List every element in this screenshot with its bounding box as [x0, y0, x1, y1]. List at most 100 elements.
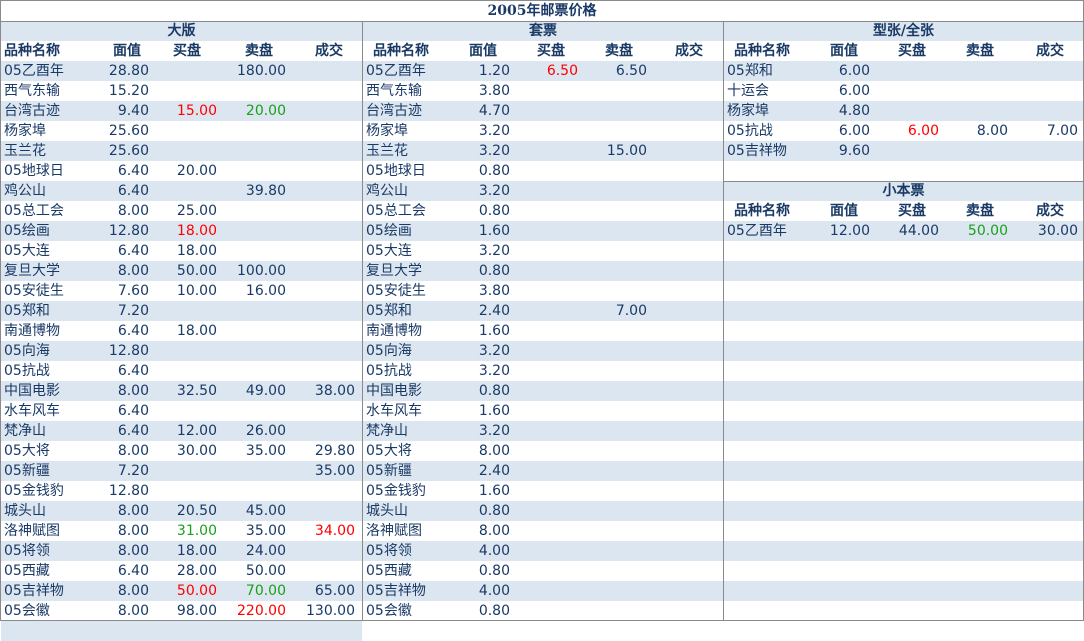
- cell-face: 1.20: [478, 63, 510, 79]
- cell-name: 西气东输: [366, 83, 422, 99]
- cell-face: 3.20: [478, 363, 510, 379]
- cell-name: 城头山: [366, 503, 408, 519]
- table-row: [724, 341, 1083, 361]
- cell-buy: [513, 301, 578, 321]
- table-row: [724, 561, 1083, 581]
- cell-buy: 18.00: [176, 543, 217, 559]
- cell-sell: 180.00: [237, 63, 286, 79]
- cell-name: 05新疆: [4, 463, 50, 479]
- cell-deal: 35.00: [314, 463, 355, 479]
- cell-face: 6.00: [838, 63, 870, 79]
- cell-face: 3.20: [478, 423, 510, 439]
- cell-deal: [291, 401, 355, 421]
- cell-face: 3.80: [478, 83, 510, 99]
- cell-buy: [513, 401, 578, 421]
- cell-sell: [221, 401, 286, 421]
- table-row: 05总工会 8.00 25.00: [1, 201, 362, 221]
- cell-name: 杨家埠: [366, 123, 408, 139]
- cell-name: 南通博物: [366, 323, 422, 339]
- col-sell-header: 卖盘: [966, 43, 994, 59]
- cell-face: 6.40: [117, 163, 149, 179]
- cell-buy: [513, 601, 578, 621]
- cell-buy: [874, 101, 939, 121]
- col-name-header: 品种名称: [4, 43, 60, 59]
- table-row: [724, 481, 1083, 501]
- cell-sell: [221, 341, 286, 361]
- table-row: [724, 381, 1083, 401]
- col-name-header: 品种名称: [373, 43, 429, 59]
- cell-name: 05安徒生: [4, 283, 64, 299]
- table-row: 洛神赋图 8.00 31.00 35.00 34.00: [1, 521, 362, 541]
- cell-sell: [583, 501, 647, 521]
- cell-buy: [151, 81, 217, 101]
- cell-sell: [583, 261, 647, 281]
- cell-name: 05金钱豹: [4, 483, 64, 499]
- cell-sell: [944, 101, 1008, 121]
- cell-buy: [151, 461, 217, 481]
- cell-name: 南通博物: [4, 323, 60, 339]
- cell-buy: 50.00: [176, 263, 217, 279]
- column-headers: 品种名称 面值 买盘 卖盘 成交: [1, 41, 362, 61]
- cell-deal: [291, 301, 355, 321]
- cell-face: 1.60: [478, 403, 510, 419]
- cell-name: 05乙酉年: [4, 63, 64, 79]
- cell-deal: [653, 61, 717, 81]
- table-row: 中国电影 8.00 32.50 49.00 38.00: [1, 381, 362, 401]
- cell-deal: [291, 421, 355, 441]
- table-row: 05将领 4.00: [363, 541, 723, 561]
- cell-deal: [653, 601, 717, 621]
- cell-name: 05总工会: [4, 203, 64, 219]
- table-row: 05大连 6.40 18.00: [1, 241, 362, 261]
- cell-buy: 12.00: [176, 423, 217, 439]
- cell-name: 梵净山: [4, 423, 46, 439]
- column-headers: 品种名称 面值 买盘 卖盘 成交: [363, 41, 723, 61]
- cell-name: 西气东输: [4, 83, 60, 99]
- cell-deal: [653, 301, 717, 321]
- cell-buy: [513, 361, 578, 381]
- table-row: 05将领 8.00 18.00 24.00: [1, 541, 362, 561]
- cell-buy: 18.00: [176, 223, 217, 239]
- cell-face: 28.80: [108, 63, 149, 79]
- cell-name: 05大将: [4, 443, 50, 459]
- cell-deal: [653, 561, 717, 581]
- cell-deal: [291, 481, 355, 501]
- cell-sell: 7.00: [615, 303, 647, 319]
- cell-face: 6.40: [117, 423, 149, 439]
- cell-buy: [513, 241, 578, 261]
- table-row: [724, 301, 1083, 321]
- table-row: 南通博物 6.40 18.00: [1, 321, 362, 341]
- cell-sell: [221, 241, 286, 261]
- cell-face: 2.40: [478, 463, 510, 479]
- table-row: 05乙酉年 12.00 44.00 50.00 30.00: [724, 221, 1083, 241]
- table-row: 05西藏 0.80: [363, 561, 723, 581]
- cell-face: 0.80: [478, 163, 510, 179]
- cell-deal: [291, 121, 355, 141]
- table-row: 杨家埠 4.80: [724, 101, 1083, 121]
- cell-name: 梵净山: [366, 423, 408, 439]
- cell-face: 0.80: [478, 383, 510, 399]
- cell-face: 3.20: [478, 123, 510, 139]
- cell-face: 0.80: [478, 503, 510, 519]
- cell-name: 05向海: [366, 343, 412, 359]
- cell-sell: [583, 521, 647, 541]
- table-row: 05大将 8.00 30.00 35.00 29.80: [1, 441, 362, 461]
- table-body: 05乙酉年 28.80 180.00 西气东输 15.20 台湾古迹 9.40 15.00 20…: [1, 61, 362, 641]
- cell-face: 7.20: [117, 303, 149, 319]
- table-row: 城头山 0.80: [363, 501, 723, 521]
- table-row: [724, 321, 1083, 341]
- cell-deal: 34.00: [314, 523, 355, 539]
- cell-sell: [221, 161, 286, 181]
- cell-deal: [653, 281, 717, 301]
- cell-name: 05郑和: [366, 303, 412, 319]
- cell-sell: [583, 121, 647, 141]
- cell-buy: 15.00: [176, 103, 217, 119]
- cell-name: 洛神赋图: [4, 523, 60, 539]
- table-row: 洛神赋图 8.00: [363, 521, 723, 541]
- cell-name: 05抗战: [727, 123, 773, 139]
- cell-buy: 31.00: [176, 523, 217, 539]
- cell-sell: [583, 541, 647, 561]
- cell-face: 0.80: [478, 603, 510, 619]
- cell-name: 水车风车: [4, 403, 60, 419]
- cell-sell: [583, 441, 647, 461]
- cell-sell: [944, 81, 1008, 101]
